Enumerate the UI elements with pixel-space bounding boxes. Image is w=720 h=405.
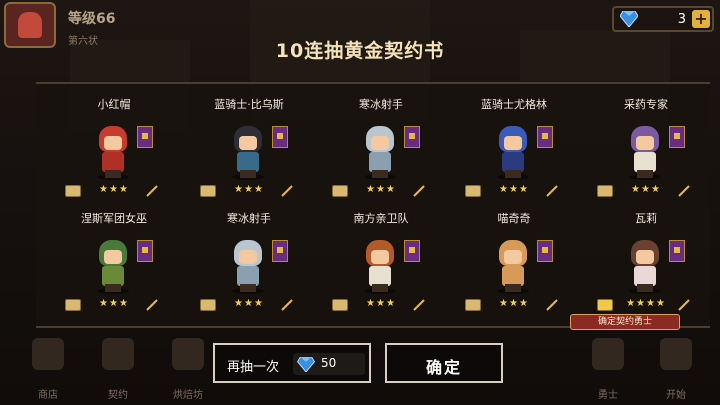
- scroll-icon: [465, 185, 481, 197]
- draw-again-cost: 50: [321, 356, 337, 370]
- hero-sprite: [360, 126, 400, 180]
- player-name: 等级66: [68, 11, 116, 27]
- hero-sprite: [228, 240, 268, 294]
- hero-name: 南方亲卫队: [353, 212, 409, 225]
- nav-label: 烘焙坊: [173, 390, 203, 401]
- weapon-icon: [146, 185, 158, 197]
- nav-item-bakery[interactable]: 烘焙坊: [158, 336, 218, 402]
- shop-icon: [32, 338, 64, 370]
- hero-name: 寒冰射手: [359, 98, 403, 111]
- hero-name: 涅斯军团女巫: [81, 212, 147, 225]
- start-icon: [660, 338, 692, 370]
- hero-name: 蓝骑士·比乌斯: [214, 98, 284, 111]
- gem-icon: [297, 357, 315, 372]
- hero-name: 瓦莉: [635, 212, 657, 225]
- nav-label: 勇士: [598, 390, 618, 401]
- hero-name: 寒冰射手: [227, 212, 271, 225]
- helmet-icon: [592, 338, 624, 370]
- confirm-button[interactable]: 确定: [385, 343, 503, 383]
- scroll-icon: [65, 299, 81, 311]
- weapon-icon: [413, 185, 425, 197]
- class-banner-icon: [669, 240, 685, 262]
- scroll-icon: [332, 299, 348, 311]
- class-banner-icon: [404, 240, 420, 262]
- class-banner-icon: [404, 126, 420, 148]
- weapon-icon: [678, 185, 690, 197]
- gem-counter: 3 +: [612, 6, 714, 32]
- class-banner-icon: [537, 240, 553, 262]
- class-banner-icon: [272, 126, 288, 148]
- class-banner-icon: [272, 240, 288, 262]
- weapon-icon: [413, 299, 425, 311]
- hero-sprite: [360, 240, 400, 294]
- weapon-icon: [678, 299, 690, 311]
- hero-card[interactable]: 寒冰射手 ★★★: [190, 210, 308, 328]
- class-banner-icon: [137, 240, 153, 262]
- hero-stars: ★★★: [499, 298, 529, 309]
- weapon-icon: [546, 185, 558, 197]
- hero-sprite: [493, 240, 533, 294]
- class-banner-icon: [669, 126, 685, 148]
- scroll-icon: [65, 185, 81, 197]
- hero-stars: ★★★: [99, 184, 129, 195]
- scroll-icon: [332, 185, 348, 197]
- hero-name: 蓝骑士尤格林: [481, 98, 547, 111]
- hero-name: 采药专家: [624, 98, 668, 111]
- scroll-icon: [200, 185, 216, 197]
- scroll-icon: [465, 299, 481, 311]
- nav-item-heroes[interactable]: 勇士: [578, 336, 638, 402]
- contract-icon: [102, 338, 134, 370]
- weapon-icon: [546, 299, 558, 311]
- weapon-icon: [281, 299, 293, 311]
- gem-count: 3: [677, 12, 686, 27]
- nav-item-contract[interactable]: 契约: [88, 336, 148, 402]
- hero-sprite: [228, 126, 268, 180]
- hero-stars: ★★★: [631, 184, 661, 195]
- hero-stars: ★★★★: [626, 298, 666, 309]
- weapon-icon: [146, 299, 158, 311]
- class-banner-icon: [537, 126, 553, 148]
- confirm-hero-tag: 确定契约勇士: [570, 314, 680, 330]
- confirm-label: 确定: [425, 358, 462, 377]
- hero-sprite: [625, 240, 665, 294]
- scroll-icon: [597, 299, 613, 311]
- hero-stars: ★★★: [499, 184, 529, 195]
- scroll-icon: [597, 185, 613, 197]
- hero-sprite: [493, 126, 533, 180]
- nav-label: 开始: [666, 390, 686, 401]
- hero-card[interactable]: 瓦莉 ★★★★: [587, 210, 705, 328]
- hero-card[interactable]: 寒冰射手 ★★★: [322, 96, 440, 214]
- page-title: 10连抽黄金契约书: [275, 40, 445, 62]
- hero-stars: ★★★: [234, 298, 264, 309]
- hero-card[interactable]: 小红帽 ★★★: [55, 96, 173, 214]
- hero-sprite: [625, 126, 665, 180]
- hero-card[interactable]: 蓝骑士·比乌斯 ★★★: [190, 96, 308, 214]
- add-gems-button[interactable]: +: [692, 10, 710, 28]
- hero-sprite: [93, 240, 133, 294]
- draw-again-label: 再抽一次: [227, 360, 280, 375]
- hero-stars: ★★★: [99, 298, 129, 309]
- class-banner-icon: [137, 126, 153, 148]
- hero-name: 喵奇奇: [497, 212, 531, 225]
- hero-stars: ★★★: [234, 184, 264, 195]
- weapon-icon: [281, 185, 293, 197]
- hero-stars: ★★★: [366, 298, 396, 309]
- hero-name: 小红帽: [97, 98, 131, 111]
- hero-card[interactable]: 蓝骑士尤格林 ★★★: [455, 96, 573, 214]
- draw-again-button[interactable]: 再抽一次 50: [213, 343, 371, 383]
- hero-sprite: [93, 126, 133, 180]
- hero-card[interactable]: 涅斯军团女巫 ★★★: [55, 210, 173, 328]
- hero-stars: ★★★: [366, 184, 396, 195]
- hero-card[interactable]: 喵奇奇 ★★★: [455, 210, 573, 328]
- gem-icon: [620, 11, 638, 27]
- nav-item-shop[interactable]: 商店: [18, 336, 78, 402]
- hero-card[interactable]: 采药专家 ★★★: [587, 96, 705, 214]
- nav-label: 契约: [108, 390, 128, 401]
- scroll-icon: [200, 299, 216, 311]
- hero-card[interactable]: 南方亲卫队 ★★★: [322, 210, 440, 328]
- nav-label: 商店: [38, 390, 58, 401]
- nav-item-start[interactable]: 开始: [646, 336, 706, 402]
- bakery-icon: [172, 338, 204, 370]
